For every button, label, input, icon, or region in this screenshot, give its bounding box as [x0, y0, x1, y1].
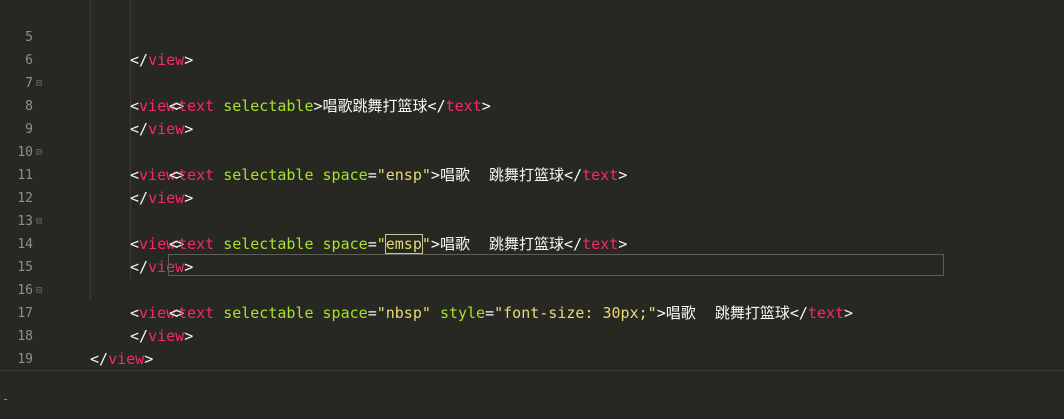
code-line[interactable]: 7 <text selectable>唱歌跳舞打篮球</text> [0, 49, 1064, 115]
code-line[interactable]: 18 </view> [0, 302, 1064, 368]
code-line[interactable]: 17 </view> [0, 279, 1064, 345]
code-editor[interactable]: 5 </view> 6 ⊟ <view> 7 <text selectable>… [0, 0, 1064, 419]
panel-marker: - [2, 392, 10, 406]
code-line[interactable]: 16 <text selectable space="nbsp" style="… [0, 256, 1064, 322]
bottom-panel [0, 371, 1064, 419]
code-line[interactable]: 9 ⊟ <view> [0, 95, 1064, 184]
code-line[interactable]: 11 </view> [0, 141, 1064, 207]
code-line[interactable]: 5 </view> [0, 3, 1064, 69]
code-line[interactable]: 15 ⊟ <view> [0, 233, 1064, 322]
code-line[interactable]: 12 ⊟ <view> [0, 164, 1064, 253]
code-line[interactable]: 19 </template> [0, 325, 1064, 391]
code-line[interactable]: 10 <text selectable space="ensp">唱歌 跳舞打篮… [0, 118, 1064, 184]
code-line[interactable]: 8 </view> [0, 72, 1064, 138]
code-line[interactable]: 20 [0, 348, 1064, 390]
code-line[interactable]: 6 ⊟ <view> [0, 26, 1064, 115]
code-line[interactable]: 13 <text selectable space="emsp">唱歌 跳舞打篮… [0, 187, 1064, 254]
code-line[interactable]: 14 </view> [0, 210, 1064, 276]
